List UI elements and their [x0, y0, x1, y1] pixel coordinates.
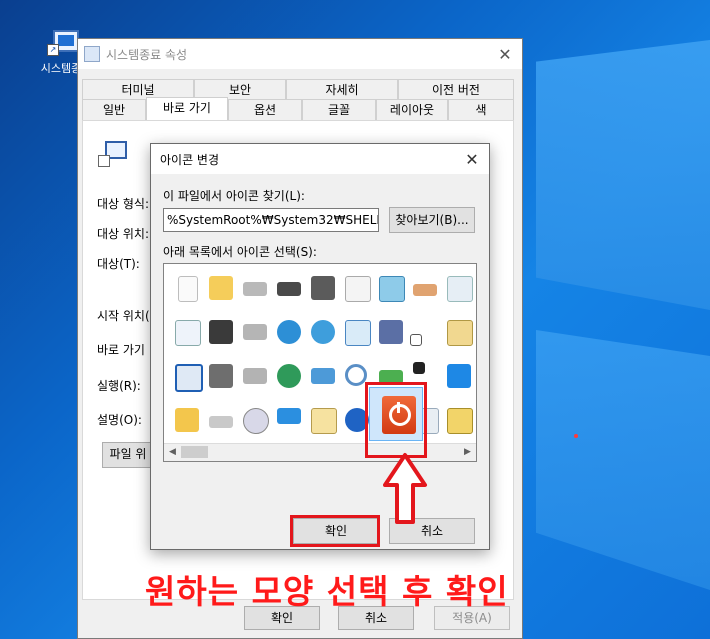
chip-icon[interactable]	[272, 268, 306, 312]
scroll-thumb[interactable]	[181, 446, 208, 458]
shortcut-key-label: 바로 가기	[97, 343, 145, 357]
search-file-label: 이 파일에서 아이콘 찾기(L):	[163, 189, 305, 203]
grid-document-icon[interactable]	[306, 400, 340, 444]
computer-icon[interactable]	[204, 312, 238, 356]
run-label: 실행(R):	[97, 379, 141, 393]
app-window-icon[interactable]	[170, 356, 204, 400]
tab-row-2: 일반 바로 가기 옵션 글꼴 레이아웃 색	[82, 97, 514, 120]
annotation-caption: 원하는 모양 선택 후 확인	[145, 572, 509, 611]
blue-tile-icon[interactable]	[442, 356, 476, 400]
drive-icon[interactable]	[238, 268, 272, 312]
horizontal-scrollbar[interactable]: ◀ ▶	[164, 443, 476, 461]
properties-titlebar: 시스템종료 속성 ✕	[78, 39, 522, 69]
scroll-left-icon[interactable]: ◀	[165, 445, 180, 460]
cd-drive-icon[interactable]	[238, 400, 272, 444]
hard-drive-icon[interactable]	[204, 400, 238, 444]
tab-layout[interactable]: 레이아웃	[376, 99, 448, 120]
chart-icon[interactable]	[340, 312, 374, 356]
dialog-titlebar: 아이콘 변경 ✕	[151, 144, 489, 174]
library-icon[interactable]	[442, 312, 476, 356]
network-globe-icon[interactable]	[306, 312, 340, 356]
icon-file-path-input[interactable]: %SystemRoot%₩System32₩SHELL32.dll	[163, 208, 379, 232]
globe-icon[interactable]	[272, 312, 306, 356]
network-icon[interactable]	[306, 356, 340, 400]
shortcut-icon: ↗	[47, 28, 79, 56]
internet-icon[interactable]	[272, 356, 306, 400]
icon-list[interactable]: ◀ ▶	[163, 263, 477, 462]
start-in-label: 시작 위치(	[97, 309, 150, 323]
tab-font[interactable]: 글꼴	[302, 99, 376, 120]
monitor-icon[interactable]	[272, 400, 306, 444]
network-drive-icon[interactable]	[238, 312, 272, 356]
up-arrow-annotation	[383, 453, 427, 524]
change-icon-dialog: 아이콘 변경 ✕ 이 파일에서 아이콘 찾기(L): %SystemRoot%₩…	[150, 143, 490, 550]
tab-shortcut[interactable]: 바로 가기	[146, 97, 228, 120]
tab-previous-versions[interactable]: 이전 버전	[398, 79, 514, 100]
recycle-bin-icon[interactable]	[442, 268, 476, 312]
yellow-folder-tile-icon[interactable]	[442, 400, 476, 444]
text-document-icon[interactable]	[170, 312, 204, 356]
desktop-dot	[574, 434, 578, 438]
target-location-label: 대상 위치:	[97, 227, 150, 241]
settings-icon[interactable]	[374, 312, 408, 356]
wallpaper-pane	[536, 330, 710, 590]
tab-options[interactable]: 옵션	[228, 99, 302, 120]
icon-grid	[170, 268, 476, 444]
disconnected-drive-icon[interactable]	[238, 356, 272, 400]
dialog-title: 아이콘 변경	[160, 152, 220, 167]
close-icon[interactable]: ✕	[488, 45, 522, 64]
hand-icon[interactable]	[408, 268, 442, 312]
blank-document-icon[interactable]	[170, 268, 204, 312]
folder-icon[interactable]	[170, 400, 204, 444]
shortcut-overlay-icon[interactable]	[408, 312, 442, 356]
floppy-computer-icon[interactable]	[204, 356, 238, 400]
properties-title: 시스템종료 속성	[106, 47, 188, 62]
folder-icon[interactable]	[204, 268, 238, 312]
window-icon[interactable]	[374, 268, 408, 312]
tab-color[interactable]: 색	[448, 99, 514, 120]
scroll-right-icon[interactable]: ▶	[460, 445, 475, 460]
shortcut-icon	[98, 141, 127, 167]
window-icon	[84, 46, 100, 62]
browse-button[interactable]: 찾아보기(B)...	[389, 207, 475, 233]
printer-icon[interactable]	[306, 268, 340, 312]
tab-general[interactable]: 일반	[82, 99, 146, 120]
icon-list-label: 아래 목록에서 아이콘 선택(S):	[163, 245, 317, 259]
open-file-location-button[interactable]: 파일 위	[102, 442, 154, 468]
target-type-label: 대상 형식:	[97, 197, 150, 211]
clock-document-icon[interactable]	[340, 268, 374, 312]
tab-details[interactable]: 자세히	[286, 79, 398, 100]
wallpaper-pane	[536, 40, 710, 310]
highlight-ok-button	[290, 515, 380, 547]
comment-label: 설명(O):	[97, 413, 142, 427]
highlight-selected-icon	[365, 382, 427, 458]
target-label: 대상(T):	[97, 257, 140, 271]
close-icon[interactable]: ✕	[455, 150, 489, 169]
